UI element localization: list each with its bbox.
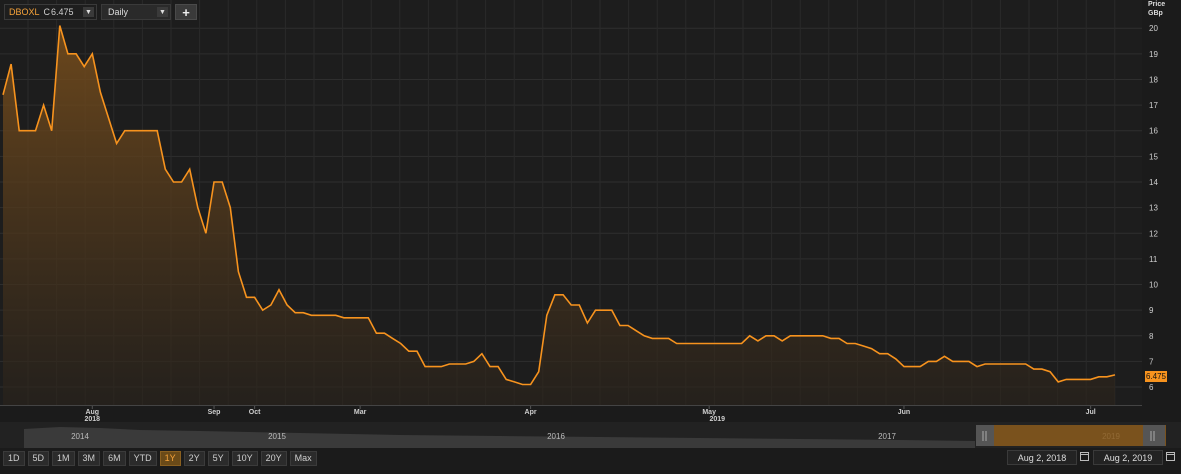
y-tick-label: 12 [1149, 229, 1158, 238]
calendar-icon[interactable] [1080, 452, 1089, 461]
range-button-6m[interactable]: 6M [103, 451, 126, 466]
chart-canvas[interactable]: 67891011121314151617181920 Aug Sep Oct Mar A… [0, 0, 1181, 474]
navigator-year-label: 2016 [547, 432, 565, 441]
y-tick-label: 17 [1149, 101, 1158, 110]
y-tick-label: 7 [1149, 357, 1154, 366]
chart-toolbar: DBOXL C 6.475 ▼ Daily ▼ + [4, 4, 197, 22]
x-axis-ticks: Aug Sep Oct Mar Apr May Jun Jul 2018 2019 [84, 405, 1096, 423]
navigator-year-label: 2017 [878, 432, 896, 441]
x-year-label: 2019 [709, 416, 725, 423]
y-tick-label: 14 [1149, 178, 1158, 187]
x-tick-label: Jun [898, 409, 910, 416]
y-tick-label: 18 [1149, 75, 1158, 84]
navigator-window[interactable] [976, 425, 1166, 446]
range-button-20y[interactable]: 20Y [260, 451, 287, 466]
chevron-down-icon[interactable]: ▼ [157, 7, 168, 17]
calendar-icon[interactable] [1166, 452, 1175, 461]
range-button-2y[interactable]: 2Y [183, 451, 205, 466]
y-axis-ticks: 6 7 8 9 10 11 12 13 14 15 16 17 18 19 20 [1149, 24, 1158, 392]
y-tick-label: 13 [1149, 204, 1158, 213]
range-button-5d[interactable]: 5D [27, 451, 50, 466]
range-button-max[interactable]: Max [289, 451, 317, 466]
x-tick-label: Jul [1086, 409, 1096, 416]
close-value: 6.475 [51, 7, 74, 17]
end-date-field[interactable]: Aug 2, 2019 [1093, 450, 1163, 465]
symbol-selector[interactable]: DBOXL C 6.475 ▼ [4, 4, 97, 20]
y-tick-label: 8 [1149, 332, 1154, 341]
x-tick-label: Mar [354, 409, 367, 416]
range-button-5y[interactable]: 5Y [207, 451, 229, 466]
navigator-year-label: 2014 [71, 432, 89, 441]
price-axis-unit: GBp [1148, 10, 1163, 17]
interval-label: Daily [108, 7, 129, 17]
price-axis-label: Price [1148, 1, 1166, 8]
y-tick-label: 20 [1149, 24, 1158, 33]
range-button-3m[interactable]: 3M [77, 451, 101, 466]
x-tick-label: Sep [208, 409, 221, 416]
navigator-year-label: 2015 [268, 432, 286, 441]
range-buttons: 1D 5D 1M 3M 6M YTD 1Y 2Y 5Y 10Y 20Y Max [3, 451, 317, 466]
chevron-down-icon[interactable]: ▼ [83, 7, 94, 17]
range-button-ytd[interactable]: YTD [128, 451, 157, 466]
y-tick-label: 19 [1149, 50, 1158, 59]
range-button-1d[interactable]: 1D [3, 451, 25, 466]
x-year-label: 2018 [84, 416, 100, 423]
navigator-left-handle[interactable] [976, 425, 994, 446]
interval-selector[interactable]: Daily ▼ [101, 4, 171, 20]
x-tick-label: Aug [85, 409, 99, 416]
range-button-10y[interactable]: 10Y [231, 451, 258, 466]
y-tick-label: 10 [1149, 281, 1158, 290]
y-tick-label: 9 [1149, 306, 1154, 315]
y-tick-label: 16 [1149, 127, 1158, 136]
y-tick-label: 11 [1149, 255, 1158, 264]
symbol-label: DBOXL [9, 7, 40, 17]
close-prefix: C [43, 7, 51, 17]
x-tick-label: May [702, 409, 716, 416]
y-tick-label: 15 [1149, 152, 1158, 161]
last-price-badge: 6.475 [1145, 371, 1167, 382]
y-tick-label: 6 [1149, 383, 1154, 392]
range-button-1y[interactable]: 1Y [159, 451, 181, 466]
x-tick-label: Apr [525, 409, 537, 416]
start-date-field[interactable]: Aug 2, 2018 [1007, 450, 1077, 465]
add-indicator-button[interactable]: + [175, 4, 197, 20]
range-button-1m[interactable]: 1M [52, 451, 75, 466]
price-axis-title: Price GBp [1148, 0, 1165, 18]
x-tick-label: Oct [249, 409, 261, 416]
